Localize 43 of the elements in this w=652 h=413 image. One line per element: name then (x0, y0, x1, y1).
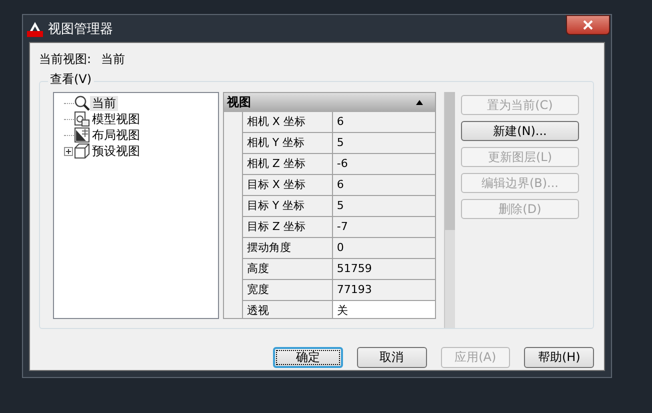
model-view-icon (74, 111, 90, 127)
collapse-icon[interactable] (416, 100, 424, 105)
tree-item[interactable]: 当前 (90, 96, 118, 110)
tree-item[interactable]: 布局视图 (90, 128, 142, 142)
close-button[interactable] (566, 15, 610, 35)
property-name: 目标 X 坐标 (242, 175, 332, 195)
group-label: 查看(V) (48, 71, 94, 88)
window-title: 视图管理器 (48, 20, 113, 38)
property-value: 51759 (332, 259, 436, 279)
section-title: 视图 (226, 94, 251, 111)
expand-icon[interactable] (64, 146, 73, 156)
property-name: 目标 Y 坐标 (242, 196, 332, 216)
cube-icon (74, 143, 90, 159)
magnifier-icon (74, 95, 90, 111)
property-value: -6 (332, 154, 436, 174)
property-name: 相机 Y 坐标 (242, 133, 332, 153)
close-icon (583, 20, 593, 30)
layout-view-icon (74, 127, 90, 143)
property-value: 5 (332, 196, 436, 216)
app-logo-icon (27, 20, 43, 36)
tree-item[interactable]: 模型视图 (90, 112, 142, 126)
dialog-button[interactable]: 确定 (273, 347, 343, 368)
property-value: 6 (332, 175, 436, 195)
property-value: 0 (332, 238, 436, 258)
property-name: 宽度 (242, 280, 332, 300)
dialog-button[interactable]: 取消 (356, 347, 427, 368)
property-name: 相机 Z 坐标 (242, 154, 332, 174)
property-name: 目标 Z 坐标 (242, 217, 332, 237)
property-value: 77193 (332, 280, 436, 300)
tree-item[interactable]: 预设视图 (90, 144, 142, 158)
current-view-value: 当前 (101, 51, 126, 68)
property-value[interactable]: 关 (332, 301, 436, 318)
property-value: -7 (332, 217, 436, 237)
property-name: 高度 (242, 259, 332, 279)
action-button[interactable]: 新建(N)... (460, 121, 579, 141)
property-name: 摆动角度 (242, 238, 332, 258)
current-view-label: 当前视图: (39, 51, 92, 68)
property-value: 5 (332, 133, 436, 153)
section-header[interactable]: 视图 (224, 93, 436, 112)
property-value: 6 (332, 112, 436, 132)
property-name: 相机 X 坐标 (242, 112, 332, 132)
scrollbar[interactable] (444, 92, 455, 328)
dialog-button[interactable]: 帮助(H) (524, 347, 594, 368)
